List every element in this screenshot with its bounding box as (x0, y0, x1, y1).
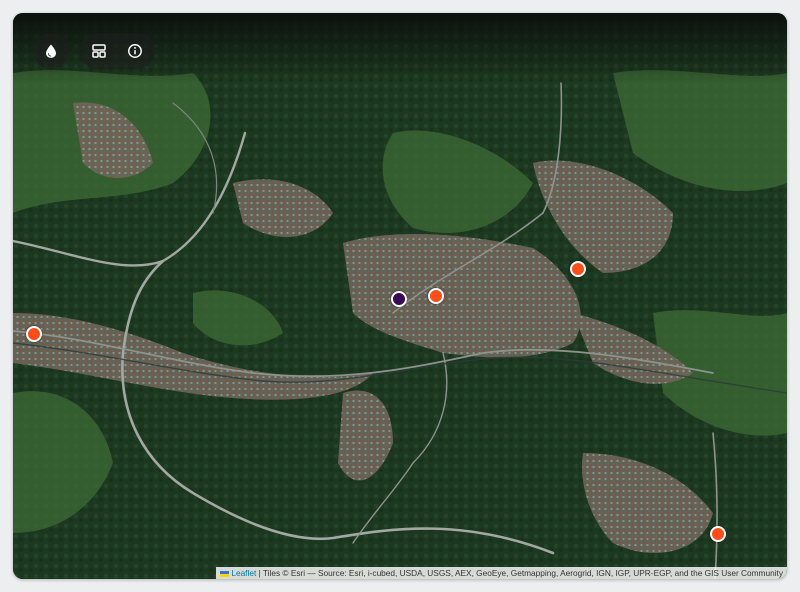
leaflet-link[interactable]: Leaflet (231, 568, 256, 578)
layout-icon (92, 44, 106, 58)
map-marker[interactable] (26, 326, 42, 342)
map-marker[interactable] (710, 526, 726, 542)
ukraine-flag-icon (220, 570, 230, 577)
droplet-icon (46, 44, 56, 58)
layout-button[interactable] (81, 33, 117, 69)
tiles-credit: Tiles © Esri — Source: Esri, i-cubed, US… (262, 568, 783, 578)
map-marker-selected[interactable] (391, 291, 407, 307)
map-frame: Leaflet | Tiles © Esri — Source: Esri, i… (13, 13, 787, 579)
layer-toggle-button[interactable] (33, 33, 69, 69)
map-marker[interactable] (570, 261, 586, 277)
map-controls (33, 33, 155, 69)
map-marker[interactable] (428, 288, 444, 304)
info-icon (128, 44, 142, 58)
attribution-separator: | (256, 568, 263, 578)
layer-control (33, 33, 69, 69)
map-attribution: Leaflet | Tiles © Esri — Source: Esri, i… (216, 567, 787, 579)
view-controls (79, 33, 155, 69)
info-button[interactable] (117, 33, 153, 69)
